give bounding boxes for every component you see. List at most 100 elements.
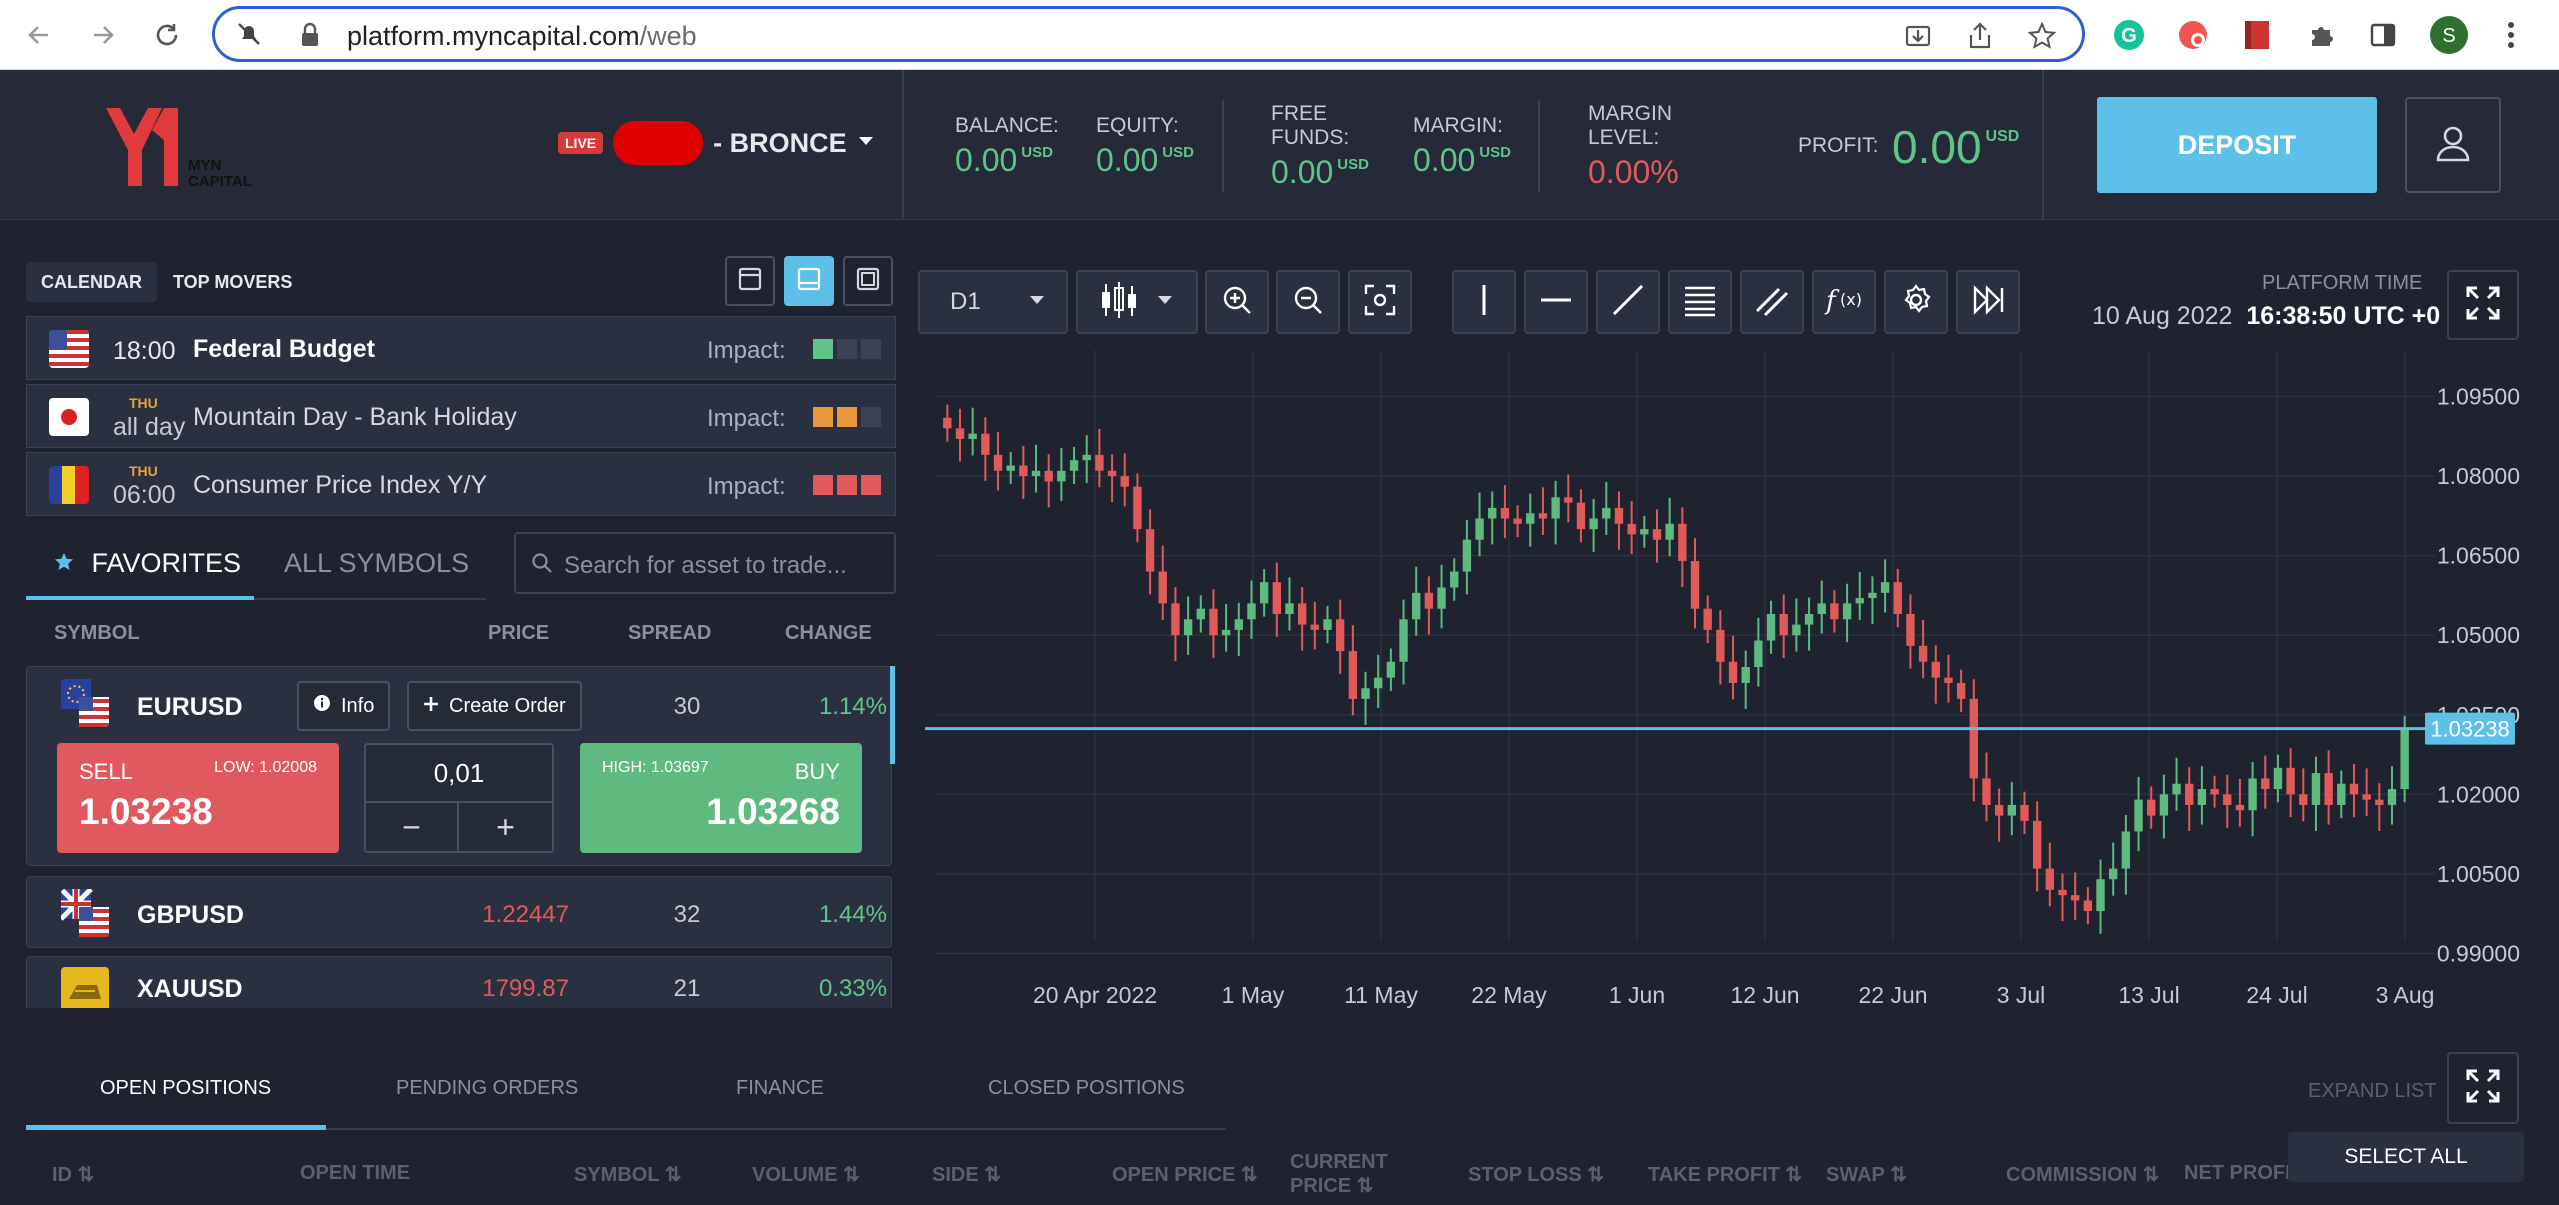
layout-bottom-button[interactable] xyxy=(784,256,834,306)
vertical-line-tool[interactable] xyxy=(1452,270,1516,334)
col-swap[interactable]: SWAP ⇅ xyxy=(1826,1162,1907,1187)
impact-indicator xyxy=(813,475,833,495)
candle-body xyxy=(2362,794,2371,800)
user-profile-button[interactable] xyxy=(2405,97,2501,193)
zoom-in-button[interactable] xyxy=(1205,270,1269,334)
layout-full-button[interactable] xyxy=(843,256,893,306)
col-open-time[interactable]: OPEN TIME xyxy=(300,1162,410,1185)
fit-chart-button[interactable] xyxy=(1348,270,1412,334)
buy-label: BUY xyxy=(794,759,840,784)
candle-body xyxy=(1982,778,1991,805)
forward-arrow-icon[interactable] xyxy=(82,14,124,56)
fibonacci-tool[interactable] xyxy=(1668,270,1732,334)
col-id[interactable]: ID ⇅ xyxy=(52,1162,94,1187)
trend-line-tool[interactable] xyxy=(1596,270,1660,334)
col-open-time-label: OPEN TIME xyxy=(300,1162,411,1184)
impact-indicator xyxy=(837,407,857,427)
go-to-end-button[interactable] xyxy=(1956,270,2020,334)
menu-dots-icon[interactable] xyxy=(2490,14,2532,56)
notifications-off-icon[interactable] xyxy=(235,20,263,53)
quantity-increase-button[interactable]: + xyxy=(459,803,552,851)
col-commission[interactable]: COMMISSION ⇅ xyxy=(2006,1162,2159,1187)
chart-fullscreen-button[interactable] xyxy=(2447,270,2519,340)
tab-closed-positions[interactable]: CLOSED POSITIONS xyxy=(988,1077,1185,1100)
col-side[interactable]: SIDE ⇅ xyxy=(932,1162,1001,1187)
candle-body xyxy=(2349,783,2359,795)
expand-list-button[interactable] xyxy=(2447,1052,2519,1124)
share-icon[interactable] xyxy=(1965,21,1995,56)
romania-flag-icon xyxy=(49,466,89,504)
list-scrollbar[interactable] xyxy=(890,666,895,764)
col-volume[interactable]: VOLUME ⇅ xyxy=(752,1162,860,1187)
col-open-price[interactable]: OPEN PRICE ⇅ xyxy=(1112,1162,1258,1187)
deposit-button[interactable]: DEPOSIT xyxy=(2097,97,2377,193)
chart-settings-button[interactable] xyxy=(1884,270,1948,334)
tab-top-movers[interactable]: TOP MOVERS xyxy=(158,262,307,302)
tab-pending-orders[interactable]: PENDING ORDERS xyxy=(396,1077,578,1100)
quantity-decrease-button[interactable]: − xyxy=(366,803,459,851)
create-order-button[interactable]: Create Order xyxy=(407,681,582,731)
candle-body xyxy=(2400,729,2409,790)
info-button[interactable]: Info xyxy=(297,681,391,731)
tab-finance[interactable]: FINANCE xyxy=(736,1077,824,1100)
url-text[interactable]: platform.myncapital.com/web xyxy=(347,21,697,52)
grammarly-icon[interactable]: G xyxy=(2108,14,2150,56)
profile-avatar[interactable]: S xyxy=(2428,14,2470,56)
sell-button[interactable]: SELL LOW: 1.02008 1.03238 xyxy=(57,743,339,853)
reload-icon[interactable] xyxy=(146,14,188,56)
candle-body xyxy=(2248,778,2257,811)
candle-body xyxy=(1944,677,1953,683)
zoom-out-button[interactable] xyxy=(1276,270,1340,334)
profit-label: PROFIT: xyxy=(1798,134,1879,157)
quantity-input[interactable]: 0,01 xyxy=(366,745,552,803)
calendar-event-row[interactable]: 18:00 Federal Budget Impact: xyxy=(26,316,896,380)
indicators-button[interactable]: f (x) xyxy=(1812,270,1876,334)
price-chart[interactable]: 1.095001.080001.065001.050001.035001.020… xyxy=(925,350,2559,1020)
calendar-event-row[interactable]: THU 06:00 Consumer Price Index Y/Y Impac… xyxy=(26,452,896,516)
extension-icon[interactable] xyxy=(2172,14,2214,56)
candle-body xyxy=(1842,603,1852,620)
tab-favorites[interactable]: FAVORITES xyxy=(54,548,241,579)
tab-calendar[interactable]: CALENDAR xyxy=(26,262,157,302)
side-panel-icon[interactable] xyxy=(2362,14,2404,56)
col-stop-loss-label: STOP LOSS xyxy=(1468,1164,1582,1186)
account-selector[interactable]: LIVE - BRONCE xyxy=(558,118,875,168)
calendar-event-row[interactable]: THU all day Mountain Day - Bank Holiday … xyxy=(26,384,896,448)
tab-all-symbols[interactable]: ALL SYMBOLS xyxy=(284,548,469,579)
col-current-price[interactable]: CURRENT PRICE ⇅ xyxy=(1290,1150,1410,1198)
candle-body xyxy=(1069,460,1079,471)
symbol-card-eurusd[interactable]: EURUSD Info Create Order 30 1.14% SELL L… xyxy=(26,666,892,866)
buy-button[interactable]: HIGH: 1.03697 BUY 1.03268 xyxy=(580,743,862,853)
myn-capital-logo[interactable]: MYN CAPITAL xyxy=(100,100,260,190)
col-net-profit[interactable]: NET PROFIT xyxy=(2184,1162,2303,1185)
expand-list-label[interactable]: EXPAND LIST xyxy=(2308,1080,2437,1103)
back-arrow-icon[interactable] xyxy=(18,14,60,56)
parallel-channel-tool[interactable] xyxy=(1740,270,1804,334)
puzzle-icon[interactable] xyxy=(2300,14,2342,56)
chart-type-select[interactable] xyxy=(1076,270,1198,334)
tab-open-positions[interactable]: OPEN POSITIONS xyxy=(100,1077,271,1100)
quantity-stepper[interactable]: 0,01 − + xyxy=(364,743,554,853)
col-symbol[interactable]: SYMBOL ⇅ xyxy=(574,1162,682,1187)
address-bar[interactable]: platform.myncapital.com/web xyxy=(212,6,2085,62)
select-all-button[interactable]: SELECT ALL xyxy=(2288,1132,2524,1182)
lock-icon[interactable] xyxy=(299,22,321,53)
layout-top-button[interactable] xyxy=(725,256,775,306)
symbol-search[interactable]: Search for asset to trade... xyxy=(514,532,896,594)
col-take-profit-label: TAKE PROFIT xyxy=(1648,1164,1780,1186)
install-icon[interactable] xyxy=(1903,21,1933,56)
col-stop-loss[interactable]: STOP LOSS ⇅ xyxy=(1468,1162,1604,1187)
bookmark-ext-icon[interactable] xyxy=(2236,14,2278,56)
timeframe-select[interactable]: D1 xyxy=(918,270,1068,334)
symbol-row-xauusd[interactable]: XAUUSD 1799.87 21 0.33% xyxy=(26,956,892,1008)
candle-body xyxy=(1044,470,1053,482)
col-take-profit[interactable]: TAKE PROFIT ⇅ xyxy=(1648,1162,1802,1187)
star-icon[interactable] xyxy=(2027,21,2057,56)
horizontal-line-tool[interactable] xyxy=(1524,270,1588,334)
star-icon xyxy=(54,548,74,578)
x-tick-label: 3 Aug xyxy=(2376,982,2435,1008)
symbol-row-gbpusd[interactable]: GBPUSD 1.22447 32 1.44% xyxy=(26,876,892,948)
search-input[interactable]: Search for asset to trade... xyxy=(564,552,847,580)
stat-divider xyxy=(1222,100,1224,192)
col-symbol: SYMBOL xyxy=(54,622,140,644)
